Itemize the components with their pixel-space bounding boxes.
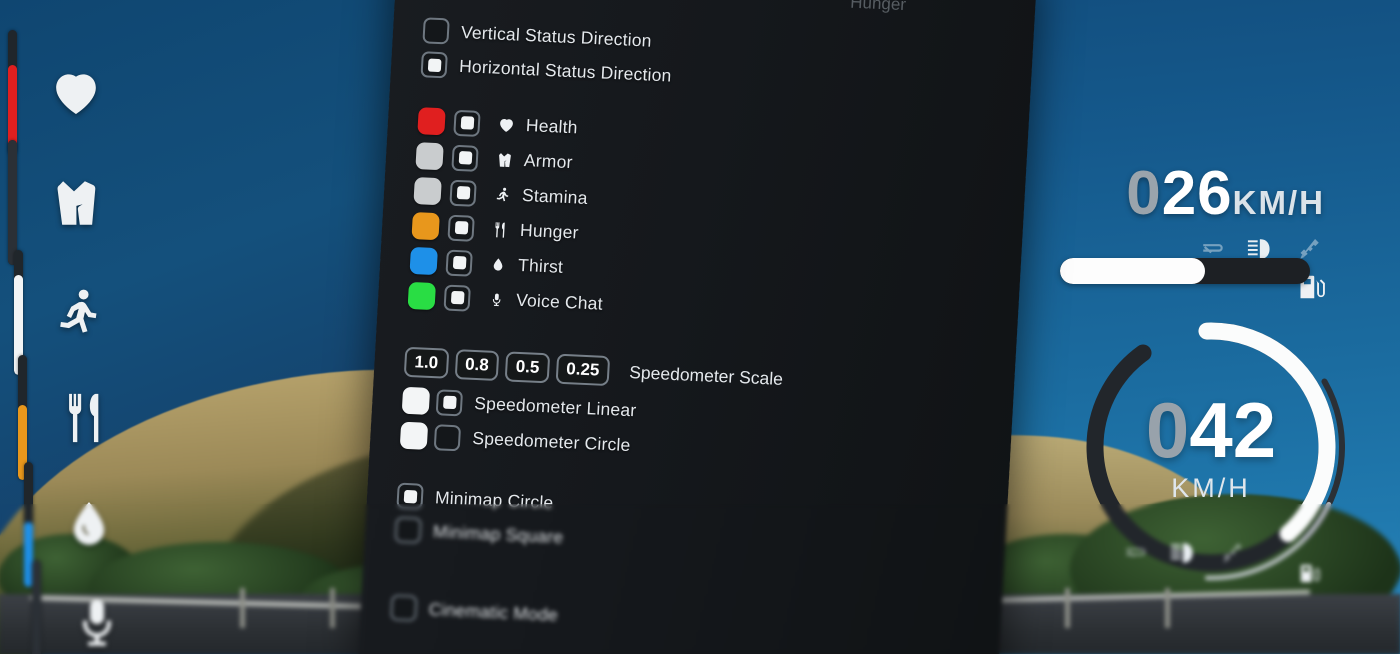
circle-speed-leading-zeros: 0: [1146, 386, 1189, 474]
thirst-enabled-checkbox[interactable]: [445, 249, 472, 276]
thirst-color-swatch[interactable]: [409, 247, 437, 275]
status-bar-armor: [8, 140, 103, 265]
linear-speed-readout: 026KM/H: [1126, 163, 1325, 225]
speedometer-scale-label: Speedometer Scale: [629, 361, 784, 389]
vest-icon: [45, 174, 103, 232]
horizontal-status-direction-checkbox[interactable]: [420, 51, 447, 78]
voice-chat-enabled-checkbox[interactable]: [444, 284, 471, 311]
microphone-icon: [69, 594, 125, 652]
status-direction-group: Vertical Status Direction Horizontal Sta…: [420, 17, 1003, 103]
water-drop-icon: [487, 255, 510, 274]
vest-icon: [493, 150, 516, 169]
speedometer-linear-label: Speedometer Linear: [474, 393, 637, 421]
heart-icon: [45, 65, 107, 121]
circle-vehicle-indicators: [1121, 540, 1245, 571]
hunger-enabled-checkbox[interactable]: [447, 214, 474, 241]
stamina-enabled-checkbox[interactable]: [449, 179, 476, 206]
status-bar-track: [32, 560, 41, 654]
thirst-label: Thirst: [518, 255, 564, 278]
horizontal-status-direction-label: Horizontal Status Direction: [459, 55, 673, 86]
minimap-group: Minimap Circle Minimap Square: [394, 483, 977, 569]
linear-speed-unit: KM/H: [1233, 184, 1325, 221]
fork-knife-icon: [489, 220, 512, 239]
game-screen: 026KM/H: [0, 0, 1400, 654]
hunger-color-swatch[interactable]: [411, 212, 439, 240]
circle-speed-readout: 042 KM/H: [1077, 391, 1345, 504]
fuel-bar-fill: [1060, 258, 1205, 284]
vertical-status-direction-label: Vertical Status Direction: [460, 22, 652, 52]
status-entries-group: Health Armor Stamina: [408, 107, 999, 335]
speedometer-circle-color-swatch[interactable]: [400, 422, 428, 450]
speedometer-linear-checkbox[interactable]: [436, 389, 463, 416]
armor-enabled-checkbox[interactable]: [451, 144, 478, 171]
status-bar-fill: [32, 560, 41, 654]
speedometer-hud-right: 026KM/H: [980, 0, 1400, 654]
scale-option-0-25[interactable]: 0.25: [555, 354, 610, 386]
fence-post: [240, 588, 245, 628]
spark-plug-icon: [1219, 540, 1245, 571]
headlight-icon: [1168, 540, 1202, 571]
speedometer-circle-checkbox[interactable]: [434, 424, 461, 451]
linear-speed-value: 26: [1162, 159, 1233, 228]
stamina-color-swatch[interactable]: [413, 177, 441, 205]
status-bar-health: [8, 30, 107, 155]
status-bar-voice: [32, 560, 125, 654]
option-cinematic-mode[interactable]: Cinematic Mode: [390, 594, 971, 646]
seatbelt-icon: [1121, 540, 1151, 571]
microphone-icon: [485, 290, 508, 309]
scale-option-0-8[interactable]: 0.8: [454, 349, 499, 381]
water-drop-icon: [61, 496, 117, 554]
scale-option-0-5[interactable]: 0.5: [505, 351, 550, 383]
cinematic-mode-label: Cinematic Mode: [428, 599, 558, 626]
speedometer-linear-color-swatch[interactable]: [402, 387, 430, 415]
fuel-bar: [1060, 258, 1310, 284]
circle-speed-unit: KM/H: [1077, 473, 1345, 504]
speedometer-group: 1.0 0.8 0.5 0.25 Speedometer Scale Speed…: [400, 347, 985, 475]
status-bar-track: [8, 30, 17, 155]
status-bar-track: [8, 140, 17, 265]
vertical-status-direction-checkbox[interactable]: [422, 17, 449, 44]
status-hud-left: [0, 0, 180, 654]
health-label: Health: [525, 115, 578, 138]
cut-off-section-label: Hunger: [850, 0, 907, 15]
heart-icon: [494, 115, 517, 134]
speedometer-circle-label: Speedometer Circle: [472, 428, 631, 456]
hunger-label: Hunger: [519, 220, 579, 244]
minimap-square-label: Minimap Square: [433, 521, 564, 548]
hud-settings-content: Hunger Vertical Status Direction Horizon…: [357, 0, 1037, 654]
status-bar-fill: [8, 140, 17, 265]
other-group: Cinematic Mode: [390, 594, 971, 646]
cinematic-mode-checkbox[interactable]: [390, 594, 417, 621]
fuel-pump-icon: [1299, 562, 1322, 590]
voice-chat-label: Voice Chat: [516, 290, 604, 315]
circle-speed-value: 42: [1189, 386, 1276, 474]
armor-label: Armor: [523, 150, 573, 173]
minimap-square-checkbox[interactable]: [394, 517, 421, 544]
minimap-circle-label: Minimap Circle: [434, 487, 554, 513]
armor-color-swatch[interactable]: [415, 142, 443, 170]
running-icon: [491, 185, 514, 204]
fence-post: [330, 588, 335, 628]
minimap-circle-checkbox[interactable]: [396, 483, 423, 510]
linear-speedometer: 026KM/H: [1126, 163, 1325, 225]
running-icon: [51, 284, 105, 342]
stamina-label: Stamina: [521, 185, 588, 209]
scale-option-1-0[interactable]: 1.0: [404, 347, 449, 379]
hud-settings-panel: Hunger Vertical Status Direction Horizon…: [357, 0, 1037, 654]
linear-speed-leading-zeros: 0: [1126, 159, 1161, 228]
health-color-swatch[interactable]: [417, 107, 445, 135]
voice-chat-color-swatch[interactable]: [408, 282, 436, 310]
health-enabled-checkbox[interactable]: [453, 109, 480, 136]
fork-knife-icon: [55, 389, 117, 447]
